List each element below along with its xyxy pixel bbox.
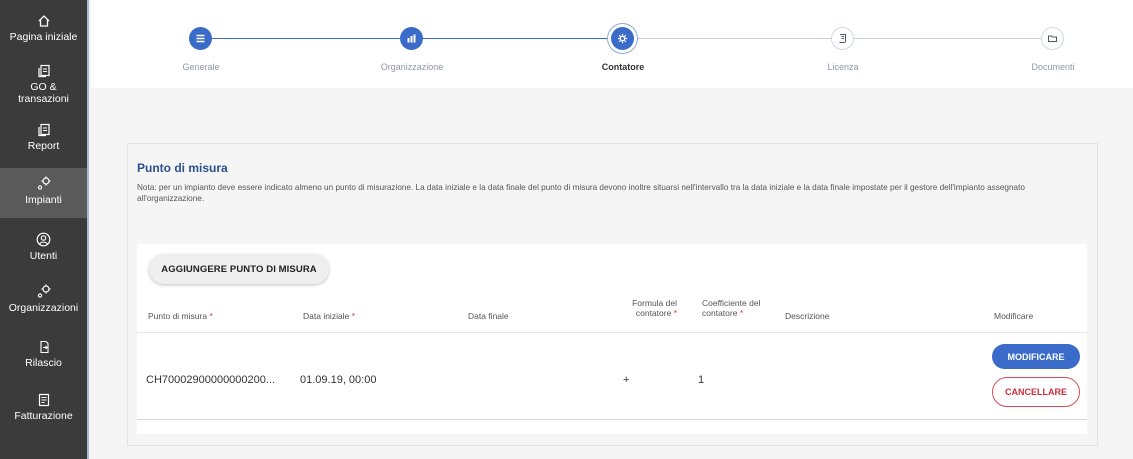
plant-icon <box>37 284 50 298</box>
column-header-end-date: Data finale <box>468 311 509 321</box>
sidebar-item-go-transazioni[interactable]: GO & transazioni <box>0 64 87 114</box>
sidebar-item-impianti[interactable]: Impianti <box>0 168 87 218</box>
step-label-licenza: Licenza <box>827 62 859 72</box>
sidebar-item-report[interactable]: Report <box>0 123 87 163</box>
delete-button[interactable]: CANCELLARE <box>992 377 1080 407</box>
sidebar-item-label: GO & transazioni <box>18 81 69 105</box>
folder-icon <box>1048 35 1057 42</box>
documents-icon <box>37 64 50 78</box>
step-label-documenti: Documenti <box>1031 62 1075 72</box>
sidebar-item-label: Utenti <box>29 250 58 262</box>
wizard-stepper: Generale Organizzazione Contatore Licenz… <box>91 0 1133 88</box>
organization-icon <box>407 34 416 43</box>
sidebar-item-label: Impianti <box>25 194 62 206</box>
sidebar-item-utenti[interactable]: Utenti <box>0 232 87 272</box>
sidebar-item-label: Fatturazione <box>14 410 73 422</box>
cell-formula: + <box>623 374 630 386</box>
sidebar-item-label: Report <box>27 140 60 152</box>
user-icon <box>36 232 51 247</box>
sidebar-item-label: Organizzazioni <box>8 302 79 314</box>
column-header-coefficient: Coefficiente del contatore * <box>702 298 761 318</box>
step-contatore[interactable] <box>611 27 634 50</box>
home-icon <box>38 15 49 27</box>
step-licenza[interactable] <box>831 27 854 50</box>
list-icon <box>196 34 205 43</box>
section-title: Punto di misura <box>137 161 228 175</box>
invoice-icon <box>38 393 49 407</box>
column-header-formula: Formula del contatore * <box>632 298 677 318</box>
sidebar: Pagina iniziale GO & transazioni Report … <box>0 0 89 459</box>
step-generale[interactable] <box>189 27 212 50</box>
sidebar-item-home[interactable]: Pagina iniziale <box>0 14 87 54</box>
column-header-measure-point: Punto di misura * <box>148 311 213 321</box>
sidebar-item-fatturazione[interactable]: Fatturazione <box>0 393 87 433</box>
gear-icon <box>617 33 628 44</box>
sidebar-item-label: Pagina iniziale <box>9 31 78 43</box>
documents-icon <box>37 123 50 137</box>
section-note: Nota: per un impianto deve essere indica… <box>137 183 1025 203</box>
cell-measure-point: CH70002900000000200... <box>146 374 276 386</box>
column-header-description: Descrizione <box>785 311 830 321</box>
license-icon <box>839 34 846 43</box>
step-documenti[interactable] <box>1041 27 1064 50</box>
cell-start-date: 01.09.19, 00:00 <box>300 374 377 386</box>
column-header-start-date: Data iniziale * <box>303 311 355 321</box>
sidebar-item-label: Rilascio <box>25 357 62 369</box>
measure-point-section: Punto di misura Nota: per un impianto de… <box>127 143 1098 446</box>
measure-point-table: AGGIUNGERE PUNTO DI MISURA Punto di misu… <box>137 244 1087 434</box>
header-divider <box>137 332 1087 333</box>
row-divider <box>137 419 1087 420</box>
add-measure-point-button[interactable]: AGGIUNGERE PUNTO DI MISURA <box>149 254 329 284</box>
plant-icon <box>37 176 50 190</box>
column-header-edit: Modificare <box>994 311 1034 321</box>
export-icon <box>39 340 49 354</box>
step-label-contatore: Contatore <box>601 62 645 72</box>
cell-coefficient: 1 <box>698 374 705 386</box>
edit-button[interactable]: MODIFICARE <box>992 344 1080 369</box>
step-organizzazione[interactable] <box>400 27 423 50</box>
sidebar-item-organizzazioni[interactable]: Organizzazioni <box>0 283 87 325</box>
sidebar-item-rilascio[interactable]: Rilascio <box>0 340 87 380</box>
step-label-generale: Generale <box>182 62 220 72</box>
step-label-organizzazione: Organizzazione <box>380 62 444 72</box>
